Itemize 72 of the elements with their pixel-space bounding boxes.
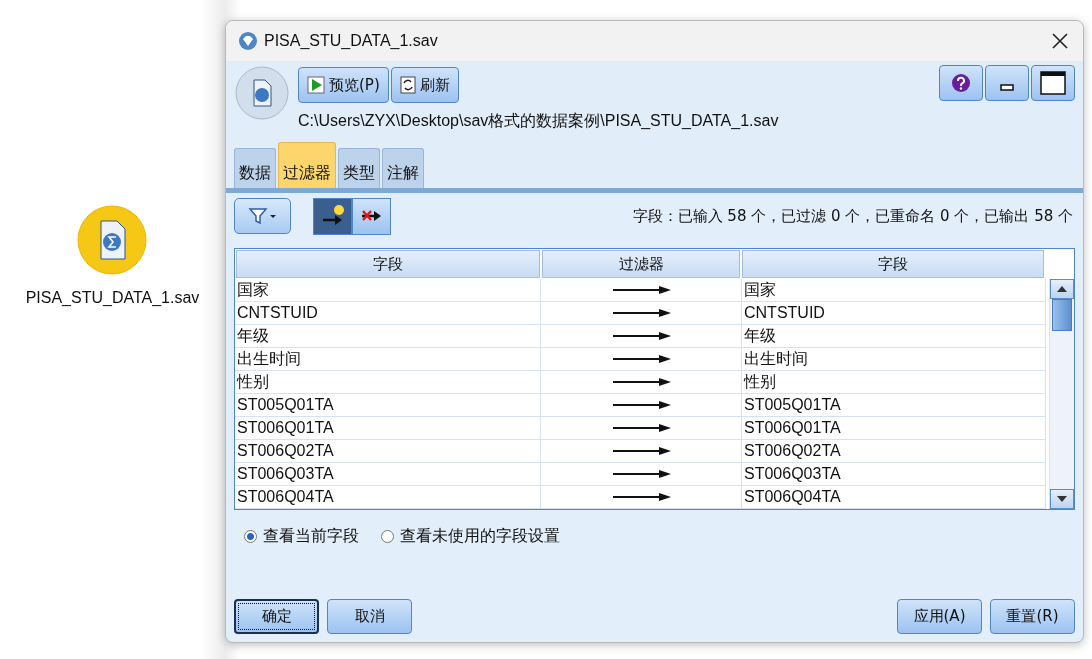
remove-all-toggle[interactable] <box>352 197 391 235</box>
table-cell: ST006Q03TA <box>235 463 541 486</box>
table-cell: ST005Q01TA <box>235 394 541 417</box>
table-cell: ST006Q03TA <box>742 463 1046 486</box>
vertical-scrollbar[interactable] <box>1049 279 1074 509</box>
field-summary: 字段：已输入 58 个，已过滤 0 个，已重命名 0 个，已输出 58 个 <box>632 206 1074 226</box>
table-cell: ST006Q04TA <box>235 486 541 509</box>
table-cell: 年级 <box>235 325 541 348</box>
scroll-down-icon[interactable] <box>1050 489 1074 509</box>
node-label: PISA_STU_DATA_1.sav <box>25 289 200 307</box>
tab[interactable]: 过滤器 <box>278 142 336 188</box>
data-file-node-icon <box>234 65 290 121</box>
pass-all-toggle[interactable] <box>313 197 352 235</box>
minimize-icon <box>1000 83 1014 91</box>
close-icon[interactable] <box>1051 32 1069 50</box>
data-file-node-icon[interactable] <box>77 205 148 275</box>
arrow-icon[interactable] <box>613 285 671 295</box>
refresh-button[interactable]: 刷新 <box>390 67 459 103</box>
table-cell: 性别 <box>235 371 541 394</box>
filter-dropdown-button[interactable] <box>234 198 291 234</box>
apply-button[interactable]: 应用(A) <box>897 599 982 634</box>
table-cell: 出生时间 <box>742 348 1046 371</box>
arrow-icon[interactable] <box>613 446 671 456</box>
scroll-up-icon[interactable] <box>1050 279 1074 299</box>
refresh-icon <box>399 76 416 94</box>
table-cell: 出生时间 <box>235 348 541 371</box>
arrow-icon[interactable] <box>613 400 671 410</box>
tab[interactable]: 注解 <box>382 148 424 188</box>
scroll-thumb[interactable] <box>1052 299 1072 331</box>
column-header[interactable]: 过滤器 <box>542 250 740 278</box>
maximize-button[interactable] <box>1031 65 1075 101</box>
tab[interactable]: 数据 <box>234 148 276 188</box>
radio-dot[interactable] <box>381 530 394 543</box>
arrow-icon[interactable] <box>613 354 671 364</box>
cancel-button[interactable]: 取消 <box>327 599 412 634</box>
window-title: PISA_STU_DATA_1.sav <box>264 32 439 50</box>
arrow-icon[interactable] <box>613 331 671 341</box>
preview-button[interactable]: 预览(P) <box>298 67 389 103</box>
arrow-icon[interactable] <box>613 423 671 433</box>
table-cell: ST006Q02TA <box>742 440 1046 463</box>
tab[interactable]: 类型 <box>338 148 380 188</box>
table-cell: ST006Q01TA <box>742 417 1046 440</box>
arrow-icon[interactable] <box>613 469 671 479</box>
funnel-icon <box>246 207 279 225</box>
column-header[interactable]: 字段 <box>236 250 540 278</box>
table-cell: 性别 <box>742 371 1046 394</box>
radio-dot[interactable] <box>244 530 257 543</box>
play-icon <box>307 76 325 94</box>
table-cell: ST005Q01TA <box>742 394 1046 417</box>
table-cell: ST006Q01TA <box>235 417 541 440</box>
file-path: C:\Users\ZYX\Desktop\sav格式的数据案例\PISA_STU_DATA_1.sav <box>298 111 780 131</box>
table-cell: 国家 <box>235 279 541 302</box>
reset-button[interactable]: 重置(R) <box>990 599 1075 634</box>
gem-icon <box>238 31 258 51</box>
crossed-arrow-icon <box>361 210 382 222</box>
table-cell: 国家 <box>742 279 1046 302</box>
ok-button[interactable]: 确定 <box>234 599 319 634</box>
arrow-icon[interactable] <box>613 308 671 318</box>
maximize-icon <box>1040 71 1066 95</box>
arrow-icon[interactable] <box>613 377 671 387</box>
help-icon <box>951 73 971 93</box>
table-cell: 年级 <box>742 325 1046 348</box>
minimize-button[interactable] <box>985 65 1029 101</box>
view-option-radio[interactable]: 查看当前字段 <box>244 526 359 547</box>
column-header[interactable]: 字段 <box>742 250 1044 278</box>
table-cell: CNTSTUID <box>235 302 541 325</box>
table-cell: CNTSTUID <box>742 302 1046 325</box>
arrow-icon[interactable] <box>613 492 671 502</box>
help-button[interactable] <box>939 65 983 101</box>
radio-label: 查看当前字段 <box>263 526 359 547</box>
table-cell: ST006Q04TA <box>742 486 1046 509</box>
table-cell: ST006Q02TA <box>235 440 541 463</box>
